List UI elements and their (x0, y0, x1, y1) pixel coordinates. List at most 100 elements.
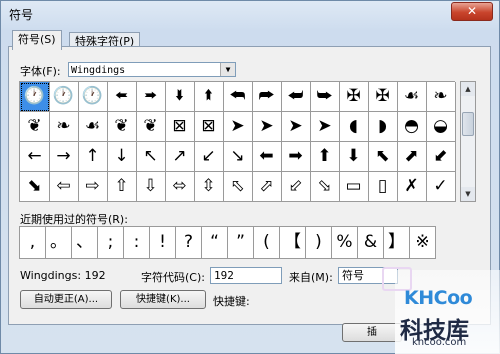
symbol-cell[interactable]: ⬆ (310, 142, 340, 172)
recent-symbol-cell[interactable]: , (20, 227, 46, 259)
recent-symbol-cell[interactable]: 【 (280, 227, 306, 259)
symbol-cell[interactable]: ▭ (339, 172, 369, 202)
recent-symbol-cell[interactable]: 。 (46, 227, 72, 259)
symbol-cell[interactable]: ➡ (281, 142, 311, 172)
symbol-cell[interactable]: ↓ (107, 142, 137, 172)
symbol-cell[interactable]: ⬄ (165, 172, 195, 202)
symbol-cell[interactable]: 🕐 (78, 82, 108, 112)
symbol-cell[interactable]: → (49, 142, 79, 172)
symbol-cell[interactable]: 🢚 (136, 82, 166, 112)
symbol-cell[interactable]: ➤ (252, 112, 282, 142)
symbol-cell[interactable]: ⬅ (252, 142, 282, 172)
symbol-cell[interactable]: 🕐 (20, 82, 50, 112)
symbol-cell[interactable]: ✠ (339, 82, 369, 112)
font-select[interactable]: Wingdings ▼ (68, 62, 236, 77)
recent-symbol-cell[interactable]: & (358, 227, 384, 259)
recent-symbol-cell[interactable]: ? (176, 227, 202, 259)
symbol-cell[interactable]: ↖ (136, 142, 166, 172)
recent-symbol-cell[interactable]: ) (306, 227, 332, 259)
symbol-cell[interactable]: ➤ (281, 112, 311, 142)
recent-symbol-cell[interactable]: ” (228, 227, 254, 259)
symbol-cell[interactable]: ↙ (194, 142, 224, 172)
symbol-cell[interactable]: ⬋ (426, 142, 456, 172)
recent-symbol-cell[interactable]: ; (98, 227, 124, 259)
symbol-cell[interactable]: ⮨ (281, 82, 311, 112)
insert-button[interactable]: 插 (342, 323, 402, 342)
font-label: 字体(F): (20, 65, 61, 78)
recent-symbol-cell[interactable]: ( (254, 227, 280, 259)
close-button[interactable]: ✕ (451, 2, 493, 21)
tab-symbols[interactable]: 符号(S) (12, 30, 62, 50)
scroll-down-icon[interactable]: ▼ (461, 187, 475, 201)
font-value: Wingdings (71, 65, 126, 76)
recent-symbol-cell[interactable]: : (124, 227, 150, 259)
recent-symbol-cell[interactable]: ※ (410, 227, 436, 259)
symbol-cell[interactable]: ⇳ (194, 172, 224, 202)
character-code-input[interactable]: 192 (210, 267, 282, 284)
symbol-cell[interactable]: ⇩ (136, 172, 166, 202)
symbol-cell[interactable]: ⮩ (310, 82, 340, 112)
symbol-cell[interactable]: ✠ (368, 82, 398, 112)
shortcut-key-label: 快捷键: (213, 295, 250, 308)
symbol-cell[interactable]: ❧ (49, 112, 79, 142)
symbol-cell[interactable]: ⇨ (78, 172, 108, 202)
scroll-thumb[interactable] (462, 112, 474, 136)
symbol-cell[interactable]: ← (20, 142, 50, 172)
symbol-cell[interactable]: 🢛 (165, 82, 195, 112)
autocorrect-button[interactable]: 自动更正(A)... (20, 290, 112, 309)
recent-symbols-label: 近期使用过的符号(R): (20, 213, 128, 226)
symbol-cell[interactable]: ⮫ (252, 82, 282, 112)
title-bar: 符号 ✕ (1, 1, 499, 27)
symbol-cell[interactable]: ❦ (107, 112, 137, 142)
symbol-grid: 🕐 🕐 🕐 🢘 🢚 🢛 🢙 ⮪ ⮫ ⮨ ⮩ ✠ ✠ ☙ ❧ ❦ ❧ ☙ ❦ ❦ ⊠ ⊠ ➤ ➤ ➤ ➤ ◖ ◗ ◓ ◒ ← → ↑ ↓ ↖ ↗ ↙ ↘ ⬅ ➡… (19, 81, 456, 202)
symbol-cell[interactable]: ☙ (397, 82, 427, 112)
recent-symbols-grid: ,。、;:!? “”(【)% &】 ※ (19, 226, 436, 259)
symbol-cell[interactable]: ⬇ (339, 142, 369, 172)
symbol-cell[interactable]: ◖ (339, 112, 369, 142)
scroll-up-icon[interactable]: ▲ (461, 82, 475, 96)
symbol-cell[interactable]: ↘ (223, 142, 253, 172)
symbol-cell[interactable]: ↑ (78, 142, 108, 172)
from-label: 来自(M): (289, 271, 333, 284)
shortcut-key-button[interactable]: 快捷键(K)... (120, 290, 206, 309)
symbol-cell[interactable]: ▯ (368, 172, 398, 202)
symbol-cell[interactable]: ⊠ (165, 112, 195, 142)
symbol-cell[interactable]: ⇧ (107, 172, 137, 202)
symbol-cell[interactable]: ⬊ (20, 172, 50, 202)
recent-symbol-cell[interactable]: % (332, 227, 358, 259)
symbol-cell[interactable]: ➤ (223, 112, 253, 142)
symbol-cell[interactable]: 🢘 (107, 82, 137, 112)
recent-symbol-cell[interactable]: “ (202, 227, 228, 259)
symbol-cell[interactable]: ◓ (397, 112, 427, 142)
symbol-cell[interactable]: ❦ (20, 112, 50, 142)
character-name: Wingdings: 192 (20, 269, 106, 282)
symbol-cell[interactable]: ⊠ (194, 112, 224, 142)
symbol-cell[interactable]: ⬃ (281, 172, 311, 202)
symbol-cell[interactable]: 🢙 (194, 82, 224, 112)
symbol-cell[interactable]: ◗ (368, 112, 398, 142)
symbol-cell[interactable]: ✓ (426, 172, 456, 202)
symbol-cell[interactable]: ⇦ (49, 172, 79, 202)
symbol-cell[interactable]: ⬂ (310, 172, 340, 202)
symbol-scrollbar[interactable]: ▲ ▼ (460, 81, 476, 202)
symbol-cell[interactable]: ☙ (78, 112, 108, 142)
chevron-down-icon[interactable]: ▼ (220, 63, 235, 76)
recent-symbol-cell[interactable]: ! (150, 227, 176, 259)
symbol-cell[interactable]: ⮪ (223, 82, 253, 112)
symbol-cell[interactable]: ✗ (397, 172, 427, 202)
symbol-cell[interactable]: ➤ (310, 112, 340, 142)
symbol-cell[interactable]: ❧ (426, 82, 456, 112)
watermark-url: khcoo.com (412, 337, 467, 348)
symbol-cell[interactable]: ⬉ (368, 142, 398, 172)
symbol-cell[interactable]: ⬀ (252, 172, 282, 202)
recent-symbol-cell[interactable]: 】 (384, 227, 410, 259)
character-code-label: 字符代码(C): (141, 271, 205, 284)
symbol-cell[interactable]: ⬈ (397, 142, 427, 172)
symbol-cell[interactable]: ❦ (136, 112, 166, 142)
symbol-cell[interactable]: ↗ (165, 142, 195, 172)
symbol-cell[interactable]: ◒ (426, 112, 456, 142)
symbol-cell[interactable]: 🕐 (49, 82, 79, 112)
symbol-cell[interactable]: ⬁ (223, 172, 253, 202)
recent-symbol-cell[interactable]: 、 (72, 227, 98, 259)
window-title: 符号 (9, 8, 34, 22)
